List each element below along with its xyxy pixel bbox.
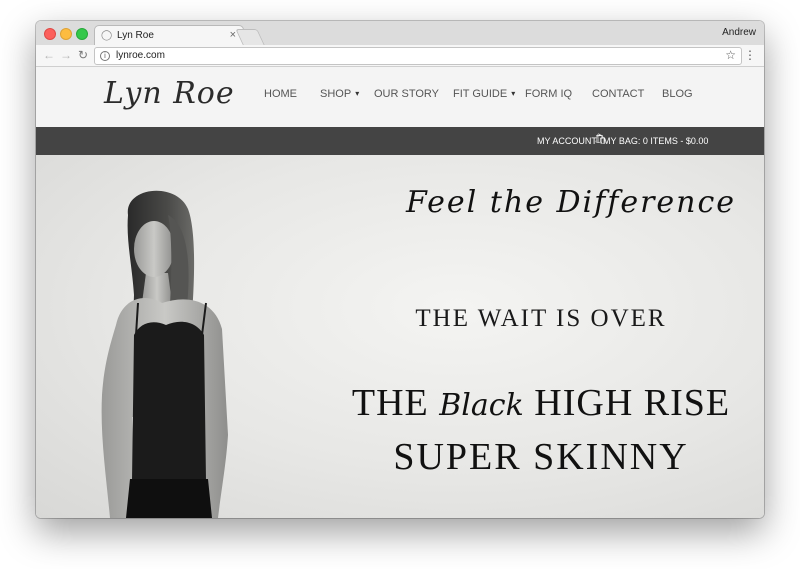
my-bag-link[interactable]: MY BAG: 0 ITEMS - $0.00 [603, 136, 708, 146]
browser-window: ◯ Lyn Roe × Andrew ← → ↻ i lynroe.com ☆ … [36, 21, 764, 518]
browser-tab[interactable]: ◯ Lyn Roe × [94, 25, 244, 46]
nav-item-fit-guide[interactable]: FIT GUIDE ▾ [453, 88, 515, 100]
nav-item-blog[interactable]: BLOG [662, 88, 693, 100]
chevron-down-icon: ▾ [511, 89, 516, 98]
hero-line-pre: THE [351, 382, 429, 424]
browser-menu-icon[interactable]: ⋮ [744, 48, 756, 62]
hero-line-product: THE Black HIGH RISE [336, 383, 746, 426]
chevron-down-icon: ▾ [355, 89, 360, 98]
script-tagline: Feel the Difference [406, 185, 737, 220]
reload-button[interactable]: ↻ [78, 48, 88, 62]
hero-line-wait: THE WAIT IS OVER [415, 305, 667, 332]
minimize-window-button[interactable] [60, 28, 72, 40]
nav-label: FORM IQ [525, 88, 573, 100]
address-bar[interactable]: i lynroe.com ☆ [94, 47, 742, 65]
hero-line-post: HIGH RISE [534, 382, 731, 424]
my-account-link[interactable]: MY ACCOUNT [537, 136, 597, 146]
tab-strip: ◯ Lyn Roe × Andrew [36, 21, 764, 46]
profile-name[interactable]: Andrew [722, 27, 756, 38]
nav-label: HOME [264, 88, 297, 100]
nav-item-form-iq[interactable]: FORM IQ [525, 88, 572, 100]
url-text[interactable]: lynroe.com [116, 50, 165, 61]
site-header: Lyn Roe HOME SHOP ▾ OUR STORY FIT GUIDE ▾ … [36, 67, 764, 127]
bookmark-star-icon[interactable]: ☆ [725, 48, 736, 62]
hero-line-super-skinny: SUPER SKINNY [393, 436, 689, 478]
tab-close-button[interactable]: × [230, 29, 236, 41]
nav-item-our-story[interactable]: OUR STORY [374, 88, 439, 100]
nav-label: SHOP [320, 88, 352, 100]
account-bar: MY ACCOUNT 🛍︎ MY BAG: 0 ITEMS - $0.00 [36, 127, 764, 155]
hero-banner[interactable]: Feel the Difference THE WAIT IS OVER THE… [36, 155, 764, 518]
nav-item-shop[interactable]: SHOP ▾ [320, 88, 359, 100]
main-nav: HOME SHOP ▾ OUR STORY FIT GUIDE ▾ FORM IQ … [36, 67, 764, 127]
page-favicon-icon: ◯ [101, 30, 113, 41]
nav-label: CONTACT [592, 88, 645, 100]
close-window-button[interactable] [44, 28, 56, 40]
site-info-icon[interactable]: i [100, 51, 110, 61]
forward-button[interactable]: → [60, 48, 72, 62]
model-photo [101, 190, 228, 518]
nav-label: FIT GUIDE [453, 88, 508, 100]
nav-label: OUR STORY [374, 88, 439, 100]
hero-line-accent: Black [439, 388, 524, 423]
nav-item-contact[interactable]: CONTACT [592, 88, 644, 100]
zoom-window-button[interactable] [76, 28, 88, 40]
nav-item-home[interactable]: HOME [264, 88, 297, 100]
tab-title: Lyn Roe [117, 30, 154, 41]
browser-toolbar: ← → ↻ i lynroe.com ☆ ⋮ [36, 45, 764, 67]
back-button[interactable]: ← [43, 48, 55, 62]
nav-label: BLOG [662, 88, 693, 100]
